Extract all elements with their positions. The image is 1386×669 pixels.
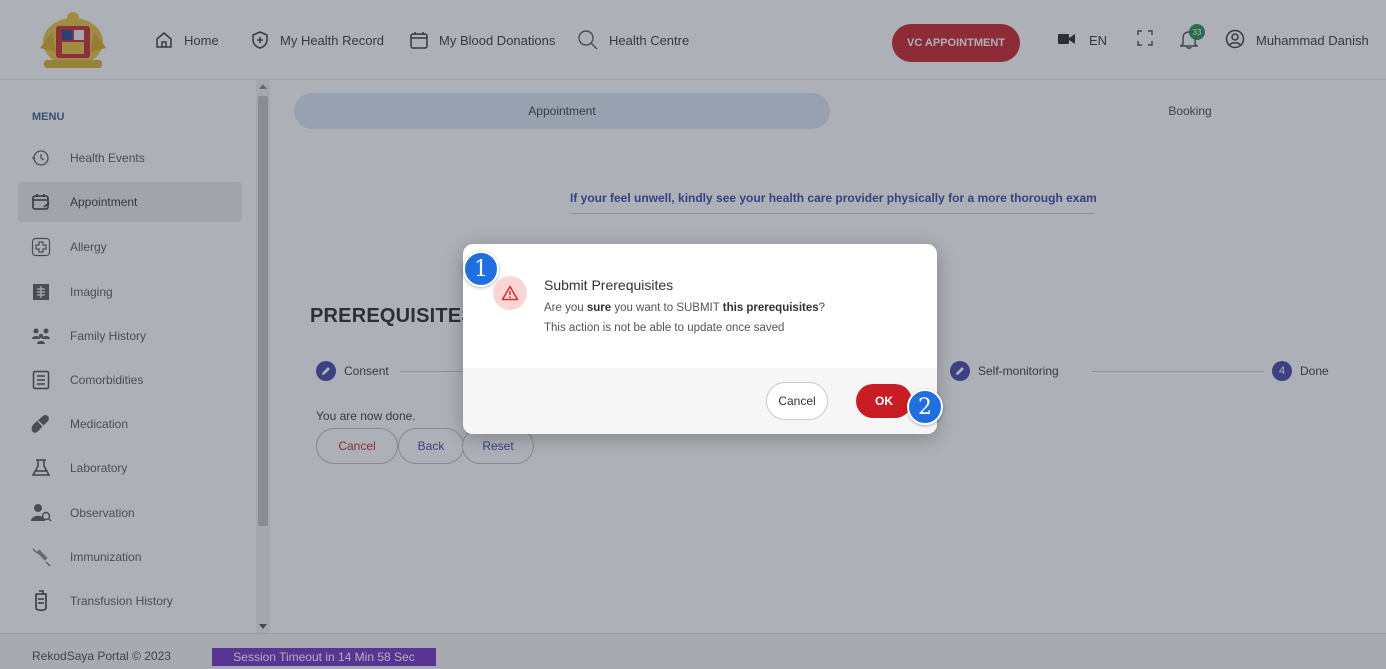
dialog-ok-button[interactable]: OK [856,384,912,418]
step-marker-2: 2 [907,389,943,425]
step-marker-1: 1 [463,251,499,287]
warning-icon [493,276,527,310]
dialog-title: Submit Prerequisites [544,277,674,293]
dialog-cancel-button[interactable]: Cancel [766,382,828,420]
dialog-question: Are you sure you want to SUBMIT this pre… [544,302,826,314]
dialog-warning-text: This action is not be able to update onc… [544,322,785,334]
submit-prerequisites-dialog: Submit Prerequisites Are you sure you wa… [463,244,937,434]
